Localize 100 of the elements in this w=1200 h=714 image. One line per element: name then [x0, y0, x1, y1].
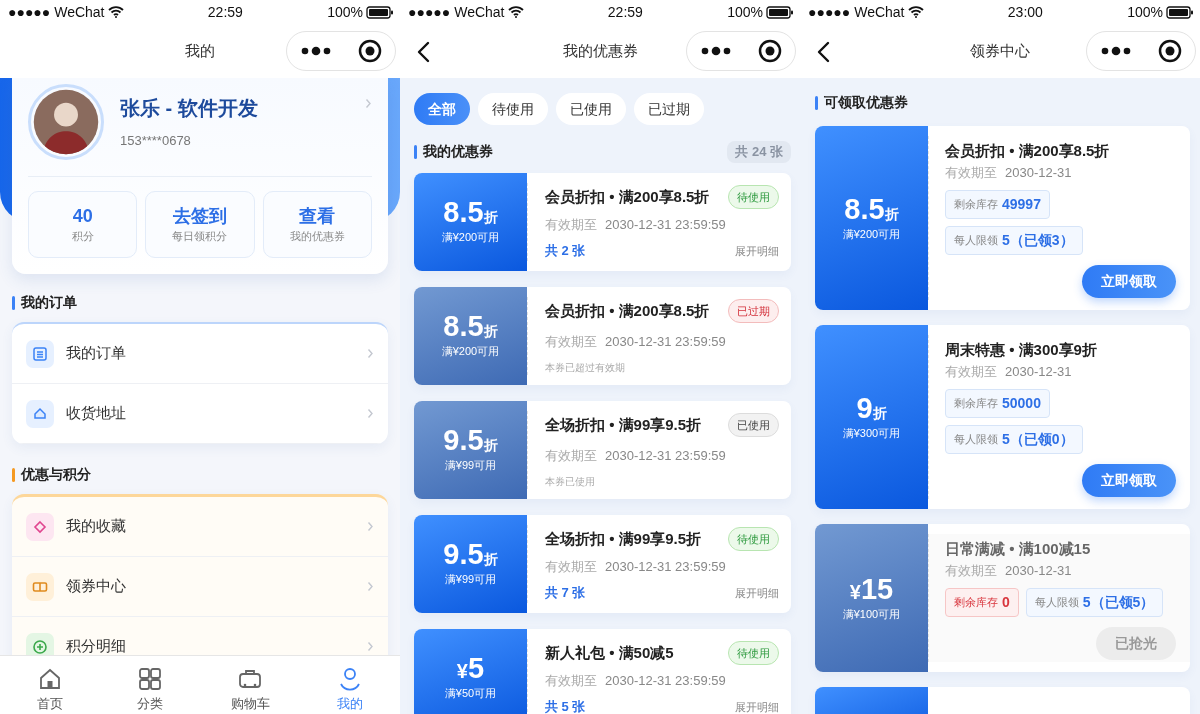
tab-item[interactable]: 首页: [0, 656, 100, 714]
more-icon[interactable]: [1100, 46, 1131, 56]
chevron-icon: [367, 408, 374, 419]
count-badge: 共 24 张: [727, 141, 791, 163]
stat-label: 积分: [71, 228, 94, 244]
coupon-count: 共 2 张: [545, 242, 586, 260]
coupon-count: 共 7 张: [545, 584, 586, 602]
claim-button[interactable]: 立即领取: [1082, 464, 1176, 497]
close-target-icon[interactable]: [357, 39, 382, 63]
coupon-count: 共 5 张: [545, 698, 586, 714]
close-target-icon[interactable]: [757, 39, 782, 63]
close-target-icon[interactable]: [1157, 39, 1182, 63]
tab-item[interactable]: 分类: [100, 656, 200, 714]
battery-icon: [1166, 5, 1194, 19]
validity-date: 2030-12-31: [1005, 362, 1072, 381]
coupon-note: 本券已超过有效期: [545, 360, 625, 375]
status-tag: 已过期: [728, 298, 779, 323]
page-title: 领券中心: [969, 40, 1031, 61]
more-icon[interactable]: [700, 46, 731, 56]
coupon-title: 会员折扣 • 满200享8.5折: [545, 300, 710, 321]
coupon-condition: 满¥200可用: [441, 230, 500, 246]
coupon-condition: 满¥50可用: [444, 686, 497, 702]
back-icon[interactable]: [816, 40, 830, 63]
stat-tile[interactable]: 去签到 每日领积分: [145, 191, 255, 258]
menu-item[interactable]: 领券中心: [12, 557, 388, 617]
details-link[interactable]: 展开明细: [735, 242, 779, 259]
section-title: 优惠与积分: [21, 465, 91, 484]
coupon-condition: 满¥99可用: [444, 458, 497, 474]
battery-text: 100%: [327, 2, 363, 22]
validity-label: 有效期至: [945, 561, 997, 580]
menu-item[interactable]: 我的订单: [12, 324, 388, 384]
coupon-condition: 满¥200可用: [441, 344, 500, 360]
limit-value: 5（已领5）: [1082, 593, 1155, 612]
validity-date: 2030-12-31 23:59:59: [605, 216, 726, 235]
validity-label: 有效期至: [945, 362, 997, 381]
stock-value: 49997: [1002, 195, 1041, 214]
stock-label: 剩余库存: [954, 396, 998, 412]
tab-item[interactable]: 购物车: [200, 656, 300, 714]
claim-button[interactable]: 立即领取: [1082, 265, 1176, 298]
page-title: 我的优惠券: [561, 40, 639, 61]
chevron-icon: [367, 581, 374, 592]
battery-text: 100%: [727, 2, 763, 22]
status-tag: 待使用: [728, 184, 779, 209]
wifi-icon: [107, 6, 124, 18]
filter-tab[interactable]: 已使用: [556, 93, 626, 125]
stat-value: 40: [72, 204, 93, 228]
coupon-title: 会员折扣 • 满200享8.5折: [545, 186, 710, 207]
more-icon[interactable]: [300, 46, 331, 56]
limit-label: 每人限领: [1034, 595, 1079, 611]
coupon-value: 9折: [856, 392, 887, 425]
limit-value: 5（已领3）: [1002, 231, 1074, 250]
wifi-icon: [907, 6, 924, 18]
section-title: 我的优惠券: [423, 142, 493, 162]
menu-label: 积分明细: [66, 636, 127, 655]
chevron-icon: [367, 521, 374, 532]
menu-item[interactable]: 收货地址: [12, 384, 388, 444]
limit-value: 5（已领0）: [1002, 430, 1074, 449]
battery-icon: [366, 5, 394, 19]
filter-tab[interactable]: 已过期: [634, 93, 704, 125]
back-icon[interactable]: [416, 40, 430, 63]
stat-tile[interactable]: 查看 我的优惠券: [262, 191, 372, 258]
validity-label: 有效期至: [545, 672, 597, 691]
stat-label: 每日领积分: [172, 228, 228, 244]
coupon-value: 8.5折: [443, 311, 498, 344]
section-title: 可领取优惠券: [824, 93, 908, 112]
carrier-text: ●●●●● WeChat: [408, 2, 505, 22]
filter-tab[interactable]: 待使用: [478, 93, 548, 125]
tab-item[interactable]: 我的: [300, 656, 400, 714]
section-marker: [12, 467, 15, 482]
status-tag: 已使用: [728, 412, 779, 437]
coupon-value: ¥5: [456, 653, 485, 686]
validity-date: 2030-12-31 23:59:59: [605, 558, 726, 577]
status-tag: 待使用: [728, 640, 779, 665]
coupon-condition: 满¥99可用: [444, 572, 497, 588]
plus-circle-icon: [31, 637, 49, 655]
status-tag: 待使用: [728, 526, 779, 551]
stock-label: 剩余库存: [954, 595, 998, 611]
menu-label: 收货地址: [66, 403, 127, 424]
stock-label: 剩余库存: [954, 197, 998, 213]
battery-icon: [766, 5, 794, 19]
stock-value: 0: [1002, 593, 1010, 612]
stat-label: 我的优惠券: [289, 228, 345, 244]
stock-value: 50000: [1002, 394, 1041, 413]
menu-item[interactable]: 我的收藏: [12, 497, 388, 557]
coupon-value: 9.5折: [443, 425, 498, 458]
clock-text: 23:00: [1007, 2, 1043, 22]
filter-tab[interactable]: 全部: [414, 93, 470, 125]
coupon-note: 本券已使用: [545, 474, 595, 489]
list-icon: [31, 344, 49, 363]
validity-label: 有效期至: [545, 332, 597, 351]
clock-text: 22:59: [607, 2, 643, 22]
details-link[interactable]: 展开明细: [735, 698, 779, 714]
section-title: 我的订单: [21, 293, 77, 312]
coupon-condition: 满¥200可用: [842, 226, 901, 242]
carrier-text: ●●●●● WeChat: [8, 2, 105, 22]
validity-date: 2030-12-31 23:59:59: [605, 672, 726, 691]
stat-tile[interactable]: 40 积分: [28, 191, 138, 258]
details-link[interactable]: 展开明细: [735, 584, 779, 601]
coupon-value: ¥15: [849, 573, 894, 606]
validity-label: 有效期至: [545, 558, 597, 577]
